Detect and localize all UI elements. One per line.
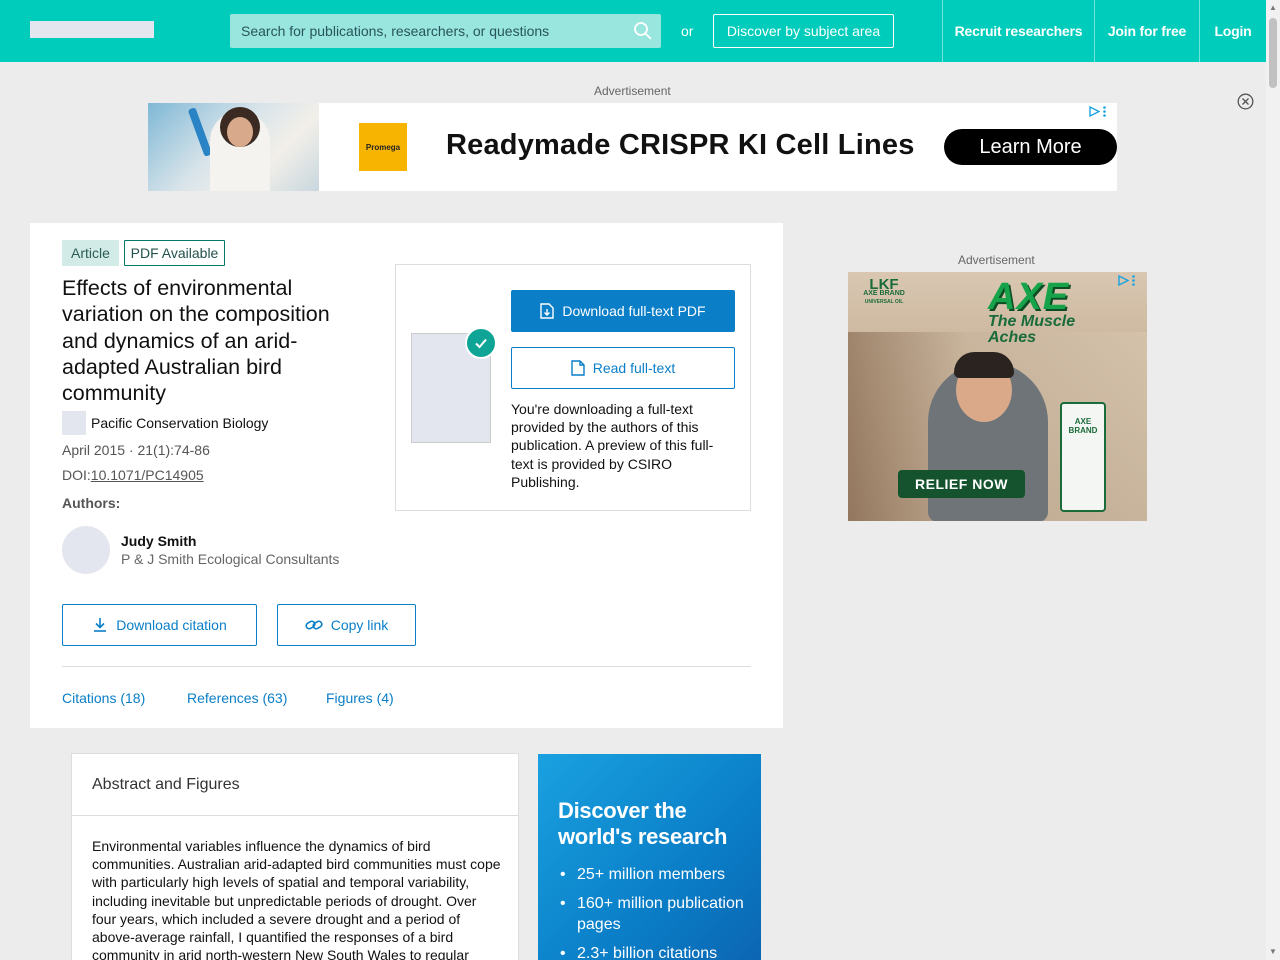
- or-label: or: [681, 23, 694, 39]
- doi-row: DOI:10.1071/PC14905: [62, 467, 204, 483]
- join-for-free-link[interactable]: Join for free: [1094, 0, 1199, 62]
- top-navigation-bar: or Discover by subject area Recruit rese…: [0, 0, 1280, 62]
- axe-brand-logo: LKF AXE BRAND UNIVERSAL OIL: [856, 276, 912, 307]
- promo-title: Discover the world's research: [558, 798, 728, 849]
- promo-item: 25+ million members: [558, 864, 748, 885]
- pdf-download-icon: [540, 303, 555, 319]
- copy-link-label: Copy link: [330, 617, 389, 633]
- journal-name[interactable]: Pacific Conservation Biology: [91, 415, 268, 431]
- fulltext-download-panel: Download full-text PDF Read full-text Yo…: [395, 264, 751, 511]
- learn-more-button[interactable]: Learn More: [944, 129, 1117, 165]
- ad-lab-photo: [148, 103, 319, 191]
- recruit-researchers-link[interactable]: Recruit researchers: [942, 0, 1094, 62]
- author-name[interactable]: Judy Smith: [121, 533, 196, 549]
- promega-logo: Promega: [359, 123, 407, 171]
- download-note: You're downloading a full-text provided …: [511, 401, 714, 490]
- tabs-divider: [62, 666, 751, 667]
- search-icon[interactable]: [633, 21, 653, 41]
- site-logo[interactable]: [30, 21, 154, 38]
- top-ad-label: Advertisement: [594, 84, 671, 98]
- download-fulltext-label: Download full-text PDF: [562, 303, 706, 319]
- page-scrollbar[interactable]: ▲ ▼: [1266, 0, 1280, 960]
- doi-link[interactable]: 10.1071/PC14905: [91, 467, 204, 483]
- discover-research-promo[interactable]: Discover the world's research 25+ millio…: [538, 754, 761, 960]
- scrollbar-thumb[interactable]: [1269, 18, 1277, 88]
- face-shape: [227, 117, 253, 147]
- login-link[interactable]: Login: [1199, 0, 1266, 62]
- ad-headline: Readymade CRISPR KI Cell Lines: [446, 129, 915, 161]
- article-card: Article PDF Available Effects of environ…: [30, 223, 783, 728]
- author-affiliation: P & J Smith Ecological Consultants: [121, 551, 340, 567]
- pipette-shape: [187, 107, 213, 157]
- man-hair-shape: [954, 352, 1014, 378]
- brand-name: AXE BRAND: [863, 290, 905, 297]
- download-citation-button[interactable]: Download citation: [62, 604, 257, 646]
- check-icon: [465, 327, 497, 359]
- close-ad-icon[interactable]: [1237, 93, 1254, 110]
- tagline-the: The: [988, 313, 1017, 330]
- scroll-down-arrow-icon[interactable]: ▼: [1268, 947, 1278, 957]
- abstract-text: Environmental variables influence the dy…: [92, 838, 501, 960]
- journal-logo: [62, 411, 86, 435]
- author-avatar[interactable]: [62, 526, 110, 574]
- top-banner-ad[interactable]: Promega Readymade CRISPR KI Cell Lines L…: [148, 103, 1117, 191]
- discover-by-subject-button[interactable]: Discover by subject area: [713, 14, 894, 48]
- adchoices-icon[interactable]: [1089, 104, 1111, 118]
- pdf-available-badge: PDF Available: [124, 240, 225, 266]
- promo-item: 2.3+ billion citations: [558, 943, 748, 960]
- article-title: Effects of environmental variation on th…: [62, 276, 330, 406]
- tab-figures[interactable]: Figures (4): [326, 690, 394, 706]
- brand-sub: UNIVERSAL OIL: [864, 299, 904, 305]
- article-type-badge: Article: [62, 240, 119, 266]
- tagline-aches: Aches: [988, 329, 1037, 346]
- read-fulltext-label: Read full-text: [592, 360, 676, 376]
- tab-citations[interactable]: Citations (18): [62, 690, 145, 706]
- doi-prefix: DOI:: [62, 467, 91, 483]
- tab-references[interactable]: References (63): [187, 690, 287, 706]
- side-banner-ad[interactable]: LKF AXE BRAND UNIVERSAL OIL AXE The Musc…: [848, 272, 1147, 521]
- abstract-card: Abstract and Figures Environmental varia…: [71, 753, 519, 960]
- link-icon: [305, 620, 323, 630]
- search-box[interactable]: [230, 14, 661, 48]
- download-fulltext-pdf-button[interactable]: Download full-text PDF: [511, 290, 735, 332]
- side-ad-label: Advertisement: [958, 253, 1035, 267]
- bottle-label: AXE BRAND: [1068, 417, 1098, 435]
- search-input[interactable]: [241, 23, 621, 39]
- tagline-muscle: Muscle: [1020, 313, 1076, 330]
- authors-label: Authors:: [62, 495, 121, 511]
- promo-list: 25+ million members 160+ million publica…: [558, 864, 748, 960]
- relief-now-button[interactable]: RELIEF NOW: [898, 470, 1025, 498]
- promo-item: 160+ million publication pages: [558, 893, 748, 935]
- download-icon: [94, 618, 107, 632]
- download-citation-label: Download citation: [116, 617, 227, 633]
- read-fulltext-button[interactable]: Read full-text: [511, 347, 735, 389]
- side-adchoices-icon[interactable]: [1118, 273, 1140, 287]
- publication-date: April 2015 · 21(1):74-86: [62, 442, 210, 458]
- document-icon: [571, 360, 585, 376]
- scroll-up-arrow-icon[interactable]: ▲: [1268, 3, 1278, 13]
- lkf-text: LKF: [869, 276, 899, 293]
- abstract-heading: Abstract and Figures: [72, 754, 518, 816]
- ad-tagline: The Muscle Aches: [988, 314, 1075, 346]
- copy-link-button[interactable]: Copy link: [277, 604, 416, 646]
